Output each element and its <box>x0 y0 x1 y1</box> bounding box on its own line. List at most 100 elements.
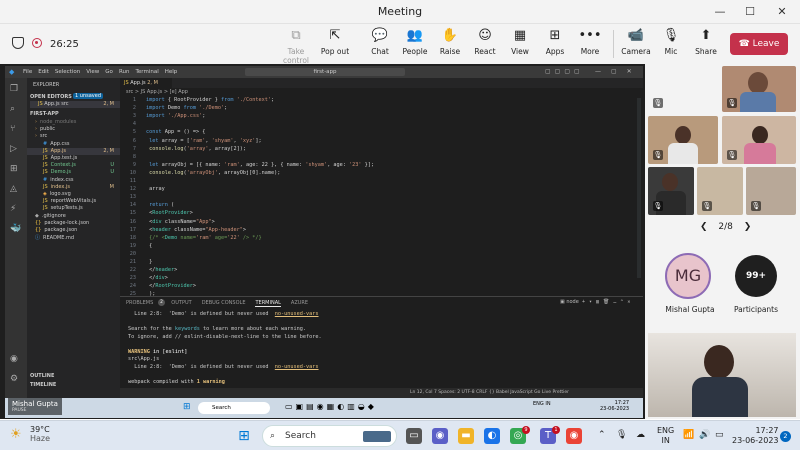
file-item[interactable]: ◆ .gitignore <box>27 213 120 220</box>
problems-count-badge: 2 <box>158 299 165 306</box>
vscode-menu-item[interactable]: Edit <box>38 69 49 75</box>
folder-item[interactable]: › src <box>27 133 120 140</box>
js-icon: JS <box>43 162 48 169</box>
css-icon: # <box>43 176 48 183</box>
leave-button[interactable]: ☎ Leave <box>730 33 788 55</box>
account-icon[interactable]: ◉ <box>10 354 18 364</box>
vscode-menu-item[interactable]: Help <box>165 69 178 75</box>
folder-item[interactable]: › public <box>27 126 120 133</box>
teams-chat-icon[interactable]: ◉ <box>432 428 448 444</box>
open-editors-header[interactable]: OPEN EDITORS <box>30 94 72 100</box>
panel-tab[interactable]: PROBLEMS <box>126 300 153 307</box>
vscode-menu-item[interactable]: Go <box>105 69 113 75</box>
vscode-menu-item[interactable]: Run <box>119 69 130 75</box>
participant-head <box>675 126 691 144</box>
files-icon[interactable]: ❐ <box>10 84 18 94</box>
share-button[interactable]: ⬆ Share <box>684 28 728 56</box>
file-item[interactable]: JS index.js M <box>27 184 120 191</box>
participant-tile[interactable]: 🎙 <box>697 167 743 215</box>
azure-icon[interactable]: ◬ <box>10 184 17 194</box>
volume-icon[interactable]: 🔊 <box>699 430 710 440</box>
pop-out-button[interactable]: ⇱ Pop out <box>313 28 357 56</box>
self-video-tile[interactable] <box>648 333 796 417</box>
vscode-menu-item[interactable]: Selection <box>55 69 80 75</box>
code-editor[interactable]: JS App.js 2, M src > JS App.js > [e] App… <box>120 78 643 298</box>
file-explorer-icon[interactable]: ▬ <box>458 428 474 444</box>
more-button[interactable]: ••• More <box>568 28 612 56</box>
close-button[interactable]: ✕ <box>770 2 794 22</box>
search-icon[interactable]: ⌕ <box>10 104 15 114</box>
onedrive-icon[interactable]: ☁ <box>636 430 645 440</box>
participant-tile[interactable]: 🎙 <box>648 66 718 112</box>
participant-tile[interactable]: 🎙 <box>722 116 796 164</box>
open-editor-item[interactable]: JS App.js src 2, M <box>30 101 120 108</box>
mic-off-icon[interactable]: 🎙 <box>616 430 627 440</box>
notification-badge[interactable]: 2 <box>780 431 791 442</box>
wifi-icon[interactable]: 📶 <box>683 430 694 440</box>
file-item[interactable]: # index.css <box>27 177 120 184</box>
battery-icon[interactable]: ▭ <box>715 430 724 440</box>
run-debug-icon[interactable]: ▷ <box>10 144 17 154</box>
docker-icon[interactable]: 🐳 <box>10 224 21 234</box>
chevron-up-icon[interactable]: ⌃ <box>598 430 606 440</box>
panel-tab[interactable]: TERMINAL <box>255 300 281 307</box>
participant-avatar[interactable]: MG <box>665 253 711 299</box>
maximize-button[interactable]: ☐ <box>738 2 762 22</box>
participant-head <box>752 126 768 144</box>
chrome-icon[interactable]: ◉ <box>566 428 582 444</box>
settings-gear-icon[interactable]: ⚙ <box>10 374 18 384</box>
terminal-shell-select[interactable]: ▣ node <box>560 299 579 305</box>
md-icon: ⓘ <box>35 235 41 242</box>
layout-icons: ▢▢▢▢ <box>545 68 584 75</box>
taskbar-search[interactable]: ⌕ Search <box>262 425 397 447</box>
participant-body <box>744 143 776 164</box>
prev-page-button[interactable]: ❮ <box>700 222 708 232</box>
language-indicator[interactable]: ENG IN <box>657 426 674 446</box>
vscode-menu-item[interactable]: Terminal <box>135 69 158 75</box>
participant-head <box>704 345 734 379</box>
js-icon: JS <box>43 155 48 161</box>
file-item[interactable]: {} package-lock.json <box>27 220 120 227</box>
panel-tab[interactable]: OUTPUT <box>171 300 191 307</box>
project-header[interactable]: FIRST-APP <box>30 111 59 117</box>
next-page-button[interactable]: ❯ <box>744 222 752 232</box>
overflow-participants-button[interactable]: 99+ <box>735 255 777 297</box>
remote-icon[interactable]: ⚡ <box>10 204 16 214</box>
edge-icon[interactable]: ◐ <box>484 428 500 444</box>
file-item[interactable]: JS reportWebVitals.js <box>27 198 120 205</box>
source-control-icon[interactable]: ⑂ <box>10 124 15 134</box>
panel-tab[interactable]: DEBUG CONSOLE <box>202 300 246 307</box>
timeline-header[interactable]: TIMELINE <box>30 382 56 388</box>
file-item[interactable]: JS App.test.js <box>27 155 120 162</box>
json-icon: {} <box>35 227 42 233</box>
windows-start-icon[interactable]: ⊞ <box>236 428 252 444</box>
file-item[interactable]: JS Context.js U <box>27 162 120 169</box>
vscode-menu-item[interactable]: File <box>23 69 32 75</box>
task-view-icon[interactable]: ▭ <box>406 428 422 444</box>
file-item[interactable]: JS App.js 2, M <box>27 147 120 155</box>
editor-scrollbar[interactable] <box>637 98 641 278</box>
panel-tab[interactable]: AZURE <box>291 300 308 307</box>
extensions-icon[interactable]: ⊞ <box>10 164 18 174</box>
outline-header[interactable]: OUTLINE <box>30 373 54 379</box>
editor-tab[interactable]: JS App.js 2, M <box>120 78 172 88</box>
taskbar-clock[interactable]: 17:27 23-06-2023 <box>732 426 779 446</box>
file-item[interactable]: JS Demo.js U <box>27 169 120 176</box>
file-item[interactable]: ◈ logo.svg <box>27 191 120 198</box>
code-line: 15 <RootProvider> <box>129 210 193 217</box>
weather-widget[interactable]: 39°C Haze <box>30 425 50 443</box>
participant-tile[interactable]: 🎙 <box>746 167 796 215</box>
file-item[interactable]: JS setupTests.js <box>27 205 120 212</box>
folder-item[interactable]: › node_modules <box>27 119 120 126</box>
participant-tile[interactable]: 🎙 <box>722 66 796 112</box>
minimize-button[interactable]: — <box>708 2 732 22</box>
participant-tile[interactable]: 🎙 <box>648 116 718 164</box>
weather-icon: ☀ <box>10 427 22 442</box>
file-item[interactable]: ⓘ README.md <box>27 234 120 241</box>
file-item[interactable]: # App.css <box>27 141 120 148</box>
take-control-button[interactable]: ⧉ Take control <box>274 28 318 65</box>
participant-tile[interactable]: 🎙 <box>648 167 694 215</box>
file-item[interactable]: {} package.json <box>27 227 120 234</box>
vscode-menu-item[interactable]: View <box>86 69 99 75</box>
vscode-command-search[interactable]: first-app <box>245 68 405 76</box>
